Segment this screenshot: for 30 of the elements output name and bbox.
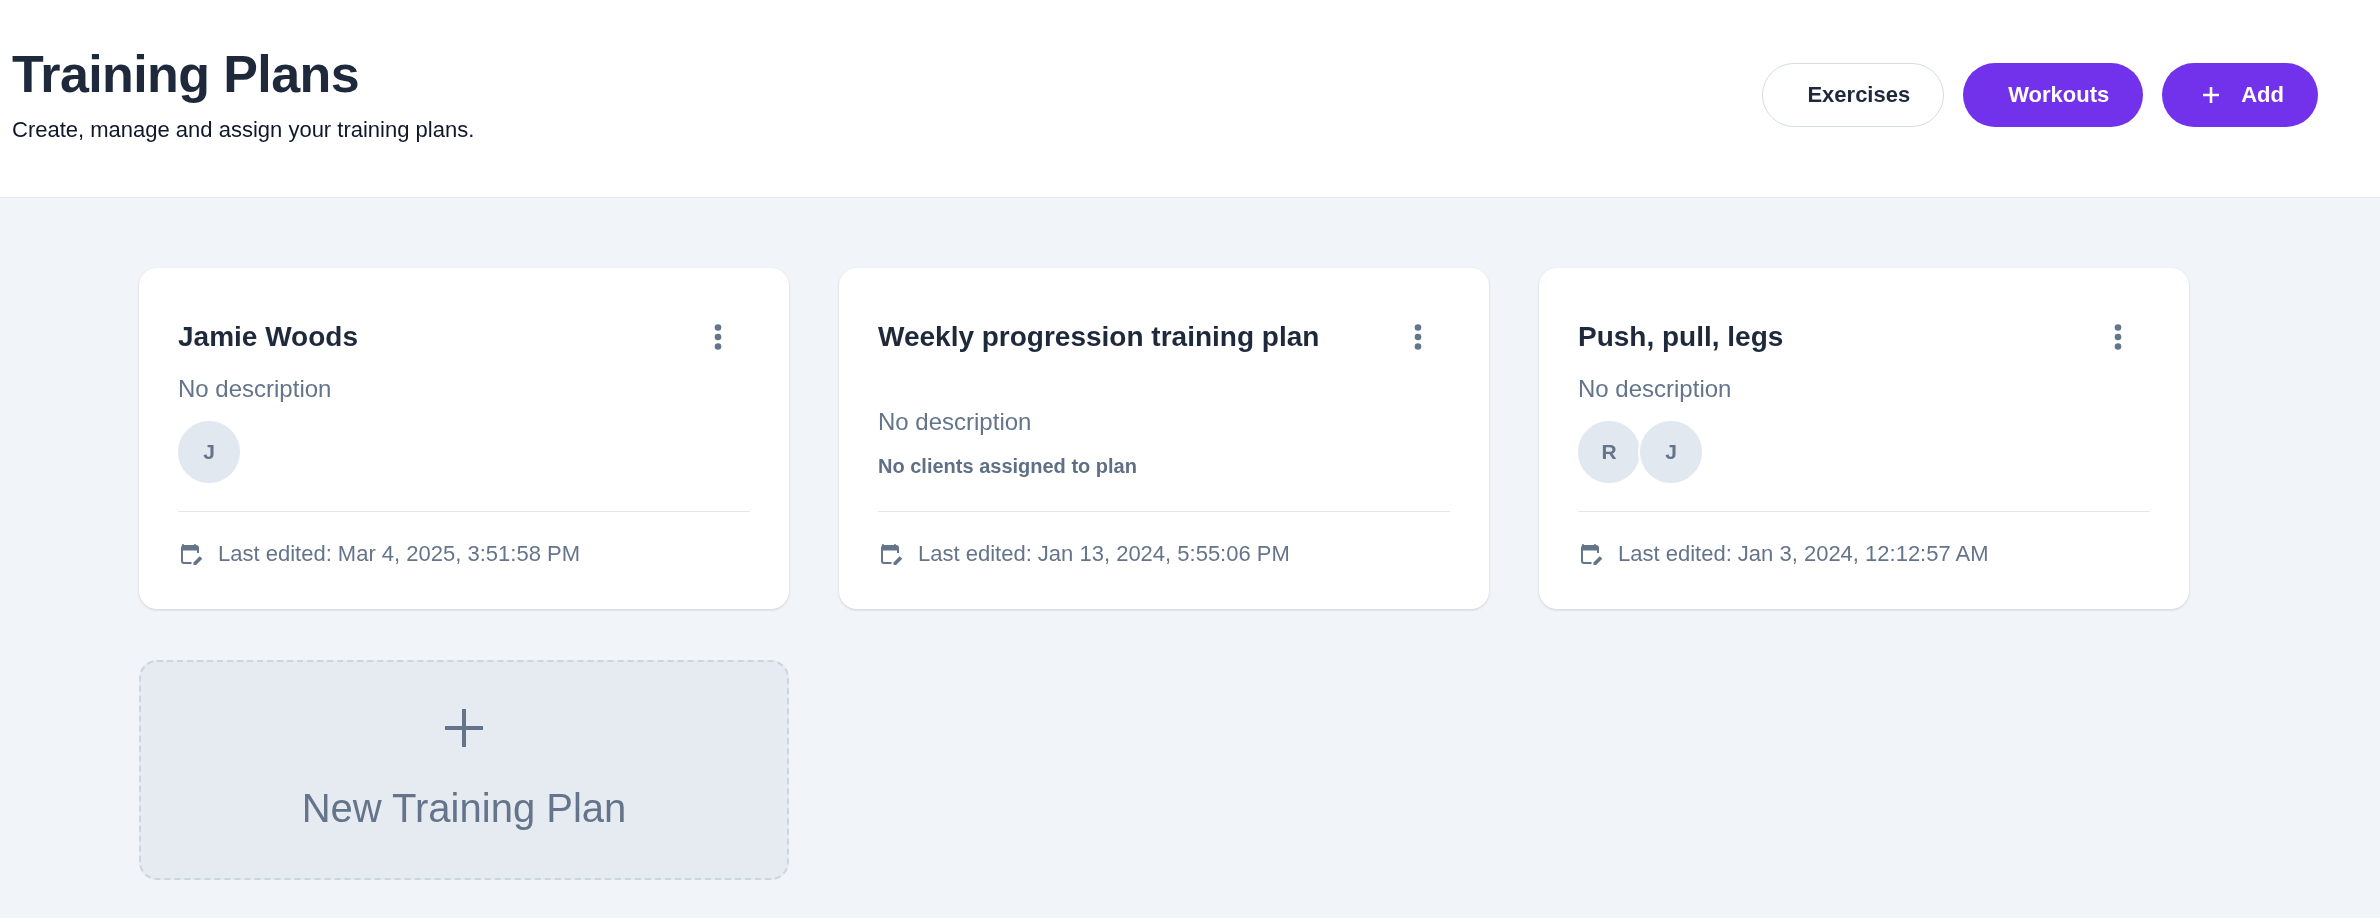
- plan-description: No description: [878, 407, 1033, 437]
- no-clients-note: No clients assigned to plan: [878, 454, 1138, 479]
- new-plan-card[interactable]: New Training Plan: [139, 660, 789, 880]
- page-subtitle: Create, manage and assign your training plans.: [12, 116, 475, 144]
- plan-card[interactable]: Push, pull, legs No description R J Last edited: Jan 3, 2024, 12:12:57 AM: [1539, 268, 2189, 609]
- add-button[interactable]: Add: [2162, 62, 2318, 127]
- kebab-menu-icon: [2112, 324, 2124, 350]
- client-avatar: J: [176, 419, 242, 485]
- last-edited-text: Last edited: Mar 4, 2025, 3:51:58 PM: [218, 540, 580, 568]
- plan-card[interactable]: Jamie Woods No description J Last edited: Mar 4, 2025, 3:51:58 PM: [139, 268, 789, 609]
- client-avatar: J: [1638, 419, 1704, 485]
- exercises-button[interactable]: Exercises: [1762, 62, 1945, 127]
- plus-icon: [2203, 86, 2220, 103]
- calendar-edit-icon: [1581, 543, 1603, 565]
- plan-description: No description: [1578, 374, 1733, 404]
- plus-icon: [445, 708, 483, 747]
- last-edited-text: Last edited: Jan 13, 2024, 5:55:06 PM: [918, 540, 1290, 568]
- client-avatar: R: [1576, 419, 1642, 485]
- kebab-menu-icon: [712, 324, 724, 350]
- workouts-button[interactable]: Workouts: [1963, 62, 2144, 127]
- page-title: Training Plans: [12, 44, 361, 104]
- plan-description: No description: [178, 374, 333, 404]
- last-edited-text: Last edited: Jan 3, 2024, 12:12:57 AM: [1618, 540, 1989, 568]
- kebab-menu-icon: [1412, 324, 1424, 350]
- calendar-edit-icon: [181, 543, 203, 565]
- calendar-edit-icon: [881, 543, 903, 565]
- plan-title: Weekly progression training plan: [878, 320, 1320, 354]
- plan-title: Push, pull, legs: [1578, 320, 1784, 354]
- plan-title: Jamie Woods: [178, 320, 358, 354]
- plan-card[interactable]: Weekly progression training plan No description No clients assigned to plan Last edited: Jan 13, 2024, 5:55:06 PM: [839, 268, 1489, 609]
